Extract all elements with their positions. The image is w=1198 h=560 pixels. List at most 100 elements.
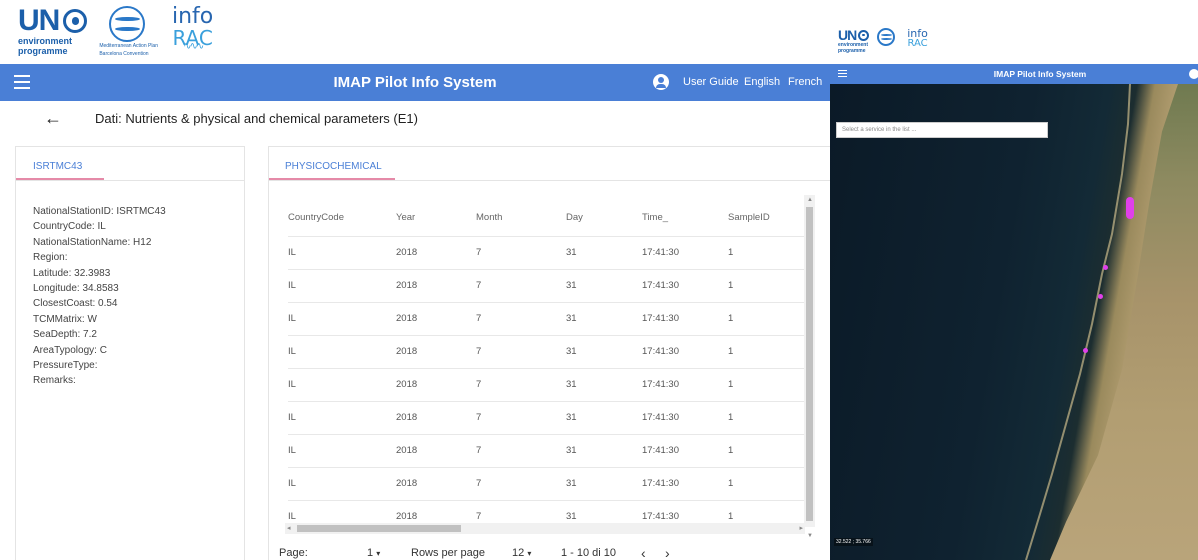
service-select-input[interactable]: Select a service in the list ... bbox=[836, 122, 1048, 138]
table-body: IL 2018 7 31 17:41:30 1 IL 2018 7 31 17:41:30 1 IL 20… bbox=[288, 235, 808, 533]
table-cell: 17:41:30 bbox=[642, 268, 728, 302]
station-property: Latitude: 32.3983 bbox=[33, 267, 111, 279]
map-logo: Mediterranean Action Plan Barcelona Conv… bbox=[99, 6, 158, 57]
table-cell: IL bbox=[288, 466, 396, 500]
english-link[interactable]: English bbox=[744, 76, 780, 88]
table-row[interactable]: IL 2018 7 31 17:41:30 1 bbox=[288, 466, 808, 500]
table-cell: 1 bbox=[728, 268, 808, 302]
imap-map-window: UN environment programme info RAC IMAP P… bbox=[830, 0, 1198, 560]
table-cell: 1 bbox=[728, 466, 808, 500]
table-cell: 17:41:30 bbox=[642, 235, 728, 269]
table-row[interactable]: IL 2018 7 31 17:41:30 1 bbox=[288, 268, 808, 302]
rows-per-page-select[interactable]: 12 ▾ bbox=[512, 547, 531, 559]
station-marker[interactable] bbox=[1098, 294, 1103, 299]
info-rac-logo-small: info RAC bbox=[907, 28, 928, 49]
table-cell: 2018 bbox=[396, 334, 476, 368]
horizontal-scroll-thumb[interactable] bbox=[297, 525, 461, 532]
header-logos: UN environment programme Mediterranean A… bbox=[18, 6, 213, 57]
column-header[interactable]: Month bbox=[476, 199, 566, 236]
station-marker[interactable] bbox=[1103, 265, 1108, 270]
table-cell: 1 bbox=[728, 433, 808, 467]
station-property: NationalStationName: H12 bbox=[33, 236, 152, 248]
station-property: Longitude: 34.8583 bbox=[33, 283, 119, 295]
page-dropdown-icon: ▾ bbox=[376, 549, 381, 558]
back-arrow-icon[interactable]: ← bbox=[44, 108, 62, 129]
station-info-card: ISRTMC43 NationalStationID: ISRTMC43 Coun… bbox=[15, 146, 245, 560]
tab-physicochemical[interactable]: PHYSICOCHEMICAL bbox=[285, 161, 382, 172]
unep-logo: UN environment programme bbox=[18, 4, 88, 56]
table-row[interactable]: IL 2018 7 31 17:41:30 1 bbox=[288, 433, 808, 467]
menu-icon-small[interactable] bbox=[838, 70, 847, 78]
horizontal-scrollbar[interactable]: ◂ ▸ bbox=[285, 523, 805, 534]
vertical-scrollbar[interactable]: ▲ ▼ bbox=[804, 195, 815, 539]
map-logo-small bbox=[877, 28, 896, 46]
prev-page-icon[interactable]: ‹ bbox=[641, 545, 646, 560]
station-property: AreaTypology: C bbox=[33, 344, 107, 356]
table-cell: 17:41:30 bbox=[642, 433, 728, 467]
table-cell: 2018 bbox=[396, 466, 476, 500]
scroll-down-icon[interactable]: ▼ bbox=[807, 533, 813, 539]
un-globe-icon-small bbox=[858, 29, 870, 41]
station-property: SeaDepth: 7.2 bbox=[33, 329, 97, 341]
scroll-up-icon[interactable]: ▲ bbox=[807, 197, 813, 203]
user-account-icon[interactable] bbox=[653, 74, 669, 90]
user-account-icon-small[interactable] bbox=[1189, 69, 1198, 79]
un-logo-sub2-small: programme bbox=[838, 48, 866, 54]
station-marker-cluster[interactable] bbox=[1126, 197, 1134, 219]
card-divider bbox=[16, 180, 244, 181]
station-property: PressureType: bbox=[33, 360, 98, 372]
table-cell: 2018 bbox=[396, 235, 476, 269]
table-cell: 31 bbox=[566, 400, 642, 434]
table-cell: 31 bbox=[566, 433, 642, 467]
column-header[interactable]: Day bbox=[566, 199, 642, 236]
french-link[interactable]: French bbox=[788, 76, 822, 88]
table-cell: 17:41:30 bbox=[642, 367, 728, 401]
next-page-icon[interactable]: › bbox=[665, 545, 670, 560]
table-row[interactable]: IL 2018 7 31 17:41:30 1 bbox=[288, 235, 808, 269]
table-cell: IL bbox=[288, 334, 396, 368]
table-cell: 2018 bbox=[396, 367, 476, 401]
scroll-left-icon[interactable]: ◂ bbox=[287, 524, 291, 532]
tab-station[interactable]: ISRTMC43 bbox=[33, 161, 82, 172]
column-header[interactable]: CountryCode bbox=[288, 199, 396, 236]
table-cell: 31 bbox=[566, 367, 642, 401]
table-cell: IL bbox=[288, 235, 396, 269]
page-select[interactable]: 1 ▾ bbox=[367, 547, 380, 559]
map-emblem-icon bbox=[109, 6, 146, 42]
station-property: NationalStationID: ISRTMC43 bbox=[33, 206, 166, 217]
un-globe-icon bbox=[63, 9, 88, 33]
table-cell: IL bbox=[288, 367, 396, 401]
table-cell: IL bbox=[288, 268, 396, 302]
user-guide-link[interactable]: User Guide bbox=[683, 76, 739, 88]
data-table: CountryCode Year Month Day Time_ SampleID IL 2… bbox=[288, 199, 808, 533]
un-logo-sub2: programme bbox=[18, 46, 68, 56]
table-row[interactable]: IL 2018 7 31 17:41:30 1 bbox=[288, 334, 808, 368]
table-cell: 7 bbox=[476, 301, 566, 335]
column-header[interactable]: SampleID bbox=[728, 199, 808, 236]
table-cell: 17:41:30 bbox=[642, 400, 728, 434]
table-cell: 1 bbox=[728, 235, 808, 269]
table-cell: 1 bbox=[728, 334, 808, 368]
unep-logo-small: UN environment programme bbox=[838, 28, 870, 54]
table-row[interactable]: IL 2018 7 31 17:41:30 1 bbox=[288, 400, 808, 434]
data-table-card: PHYSICOCHEMICAL CountryCode Year Month Day T… bbox=[268, 146, 830, 560]
rows-per-page-label: Rows per page bbox=[411, 547, 485, 559]
table-row[interactable]: IL 2018 7 31 17:41:30 1 bbox=[288, 367, 808, 401]
un-logo-text: UN bbox=[18, 4, 60, 37]
vertical-scroll-thumb[interactable] bbox=[806, 207, 813, 521]
table-cell: 2018 bbox=[396, 301, 476, 335]
scroll-right-icon[interactable]: ▸ bbox=[799, 524, 803, 532]
page-value: 1 bbox=[367, 547, 374, 559]
table-cell: 7 bbox=[476, 235, 566, 269]
column-header[interactable]: Time_ bbox=[642, 199, 728, 236]
station-marker[interactable] bbox=[1083, 348, 1088, 353]
rows-per-page-value: 12 bbox=[512, 547, 525, 559]
header-logos-small: UN environment programme info RAC bbox=[838, 28, 928, 54]
table-cell: 1 bbox=[728, 367, 808, 401]
table-cell: IL bbox=[288, 301, 396, 335]
column-header[interactable]: Year bbox=[396, 199, 476, 236]
station-property: CountryCode: IL bbox=[33, 221, 106, 233]
table-header-row: CountryCode Year Month Day Time_ SampleID bbox=[288, 199, 808, 236]
satellite-map[interactable]: Select a service in the list ... 32.522 … bbox=[830, 84, 1198, 560]
table-row[interactable]: IL 2018 7 31 17:41:30 1 bbox=[288, 301, 808, 335]
